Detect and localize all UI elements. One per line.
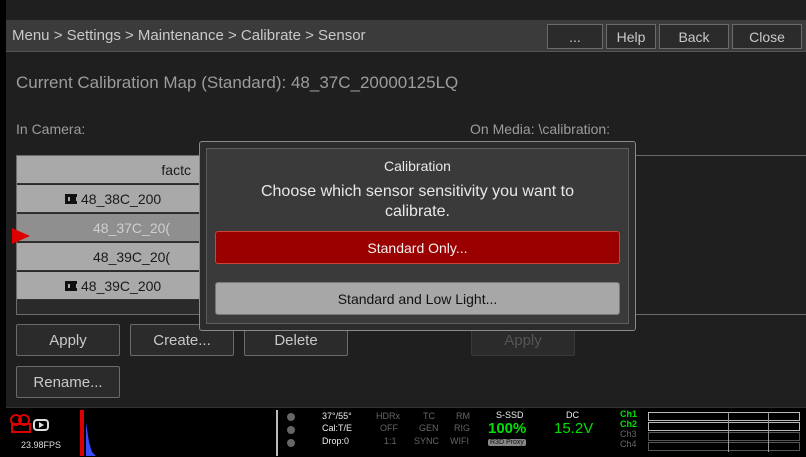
drop-readout: Drop:0 [322, 436, 350, 446]
wifi-label: WIFI [450, 436, 469, 446]
list-item-label: factc [161, 161, 191, 178]
channel-2-label: Ch2 [620, 419, 638, 429]
dialog-message-line: Choose which sensor sensitivity you want… [260, 183, 575, 200]
meter-tick [768, 412, 769, 452]
channel-3-label: Ch3 [620, 429, 637, 439]
selection-arrow-icon [12, 228, 30, 244]
list-item-label: 48_39C_200 [81, 277, 162, 294]
apply-button[interactable]: Apply [16, 324, 120, 356]
hdrx-value: OFF [380, 423, 398, 433]
top-bar: Menu > Settings > Maintenance > Calibrat… [6, 20, 806, 52]
power-value: 15.2V [554, 420, 594, 437]
rig-label: RIG [454, 423, 471, 433]
back-button[interactable]: Back [659, 24, 729, 49]
more-button[interactable]: ... [547, 24, 603, 49]
media-value: 100% [488, 420, 527, 437]
on-media-label: On Media: \calibration: [470, 121, 611, 137]
tc-label: TC [423, 411, 435, 421]
list-item[interactable]: 48_39C_20( [17, 243, 201, 271]
list-item[interactable]: factc [17, 156, 201, 184]
ratio-value: 1:1 [384, 436, 397, 446]
help-button[interactable]: Help [606, 24, 656, 49]
calibration-dialog: Calibration Choose which sensor sensitiv… [199, 141, 636, 331]
dialog-title: Calibration [384, 158, 451, 174]
audio-meter-ch3 [648, 432, 800, 441]
list-item-selected[interactable]: 48_37C_20( [17, 214, 201, 242]
media-label: S-SSD [496, 410, 524, 420]
dialog-message: Choose which sensor sensitivity you want… [207, 182, 628, 222]
dialog-message-line: calibrate. [385, 203, 450, 220]
audio-meter-ch1 [648, 412, 800, 421]
divider [276, 410, 278, 456]
temp-readout: 37°/55° [322, 411, 352, 421]
media-badge: R3D Proxy [488, 439, 526, 446]
standard-and-low-light-button[interactable]: Standard and Low Light... [215, 282, 620, 315]
chip-icon [65, 193, 78, 204]
camera-record-icon [10, 414, 49, 433]
audio-meter-ch4 [648, 442, 800, 451]
hdrx-label: HDRx [376, 411, 400, 421]
sensor-calibration-screen: Menu > Settings > Maintenance > Calibrat… [6, 0, 806, 457]
in-camera-label: In Camera: [16, 121, 86, 137]
list-item[interactable]: 48_38C_200 [17, 185, 201, 213]
breadcrumb: Menu > Settings > Maintenance > Calibrat… [12, 27, 366, 44]
list-item-label: 48_38C_200 [81, 190, 162, 207]
in-camera-list: factc 48_38C_200 48_37C_20( 48_39C_20( 4… [16, 155, 201, 315]
dialog-body: Calibration Choose which sensor sensitiv… [206, 148, 629, 324]
on-media-list [626, 155, 806, 315]
rename-button[interactable]: Rename... [16, 366, 120, 398]
status-dot [287, 439, 295, 447]
cal-readout: Cal:T/E [322, 423, 353, 433]
sync-label: SYNC [414, 436, 440, 446]
power-label: DC [566, 410, 579, 420]
gen-label: GEN [419, 423, 439, 433]
standard-only-button[interactable]: Standard Only... [215, 231, 620, 264]
histogram-icon [86, 422, 96, 456]
rm-label: RM [456, 411, 470, 421]
status-dot [287, 426, 295, 434]
audio-meters [648, 412, 800, 452]
calibration-map-title: Current Calibration Map (Standard): 48_3… [16, 73, 459, 92]
status-bar: 23.98FPS 37°/55° Cal:T/E Drop:0 HDRx OFF… [6, 407, 806, 457]
meter-tick [728, 412, 729, 452]
record-indicator [80, 410, 84, 456]
close-button[interactable]: Close [732, 24, 802, 49]
list-item-label: 48_39C_20( [93, 248, 171, 265]
channel-1-label: Ch1 [620, 409, 638, 419]
status-dot [287, 413, 295, 421]
chip-icon [65, 280, 78, 291]
fps-readout: 23.98FPS [21, 440, 62, 450]
list-item-label: 48_37C_20( [93, 219, 171, 236]
audio-meter-ch2 [648, 422, 800, 431]
list-item[interactable]: 48_39C_200 [17, 272, 201, 300]
channel-4-label: Ch4 [620, 439, 637, 449]
